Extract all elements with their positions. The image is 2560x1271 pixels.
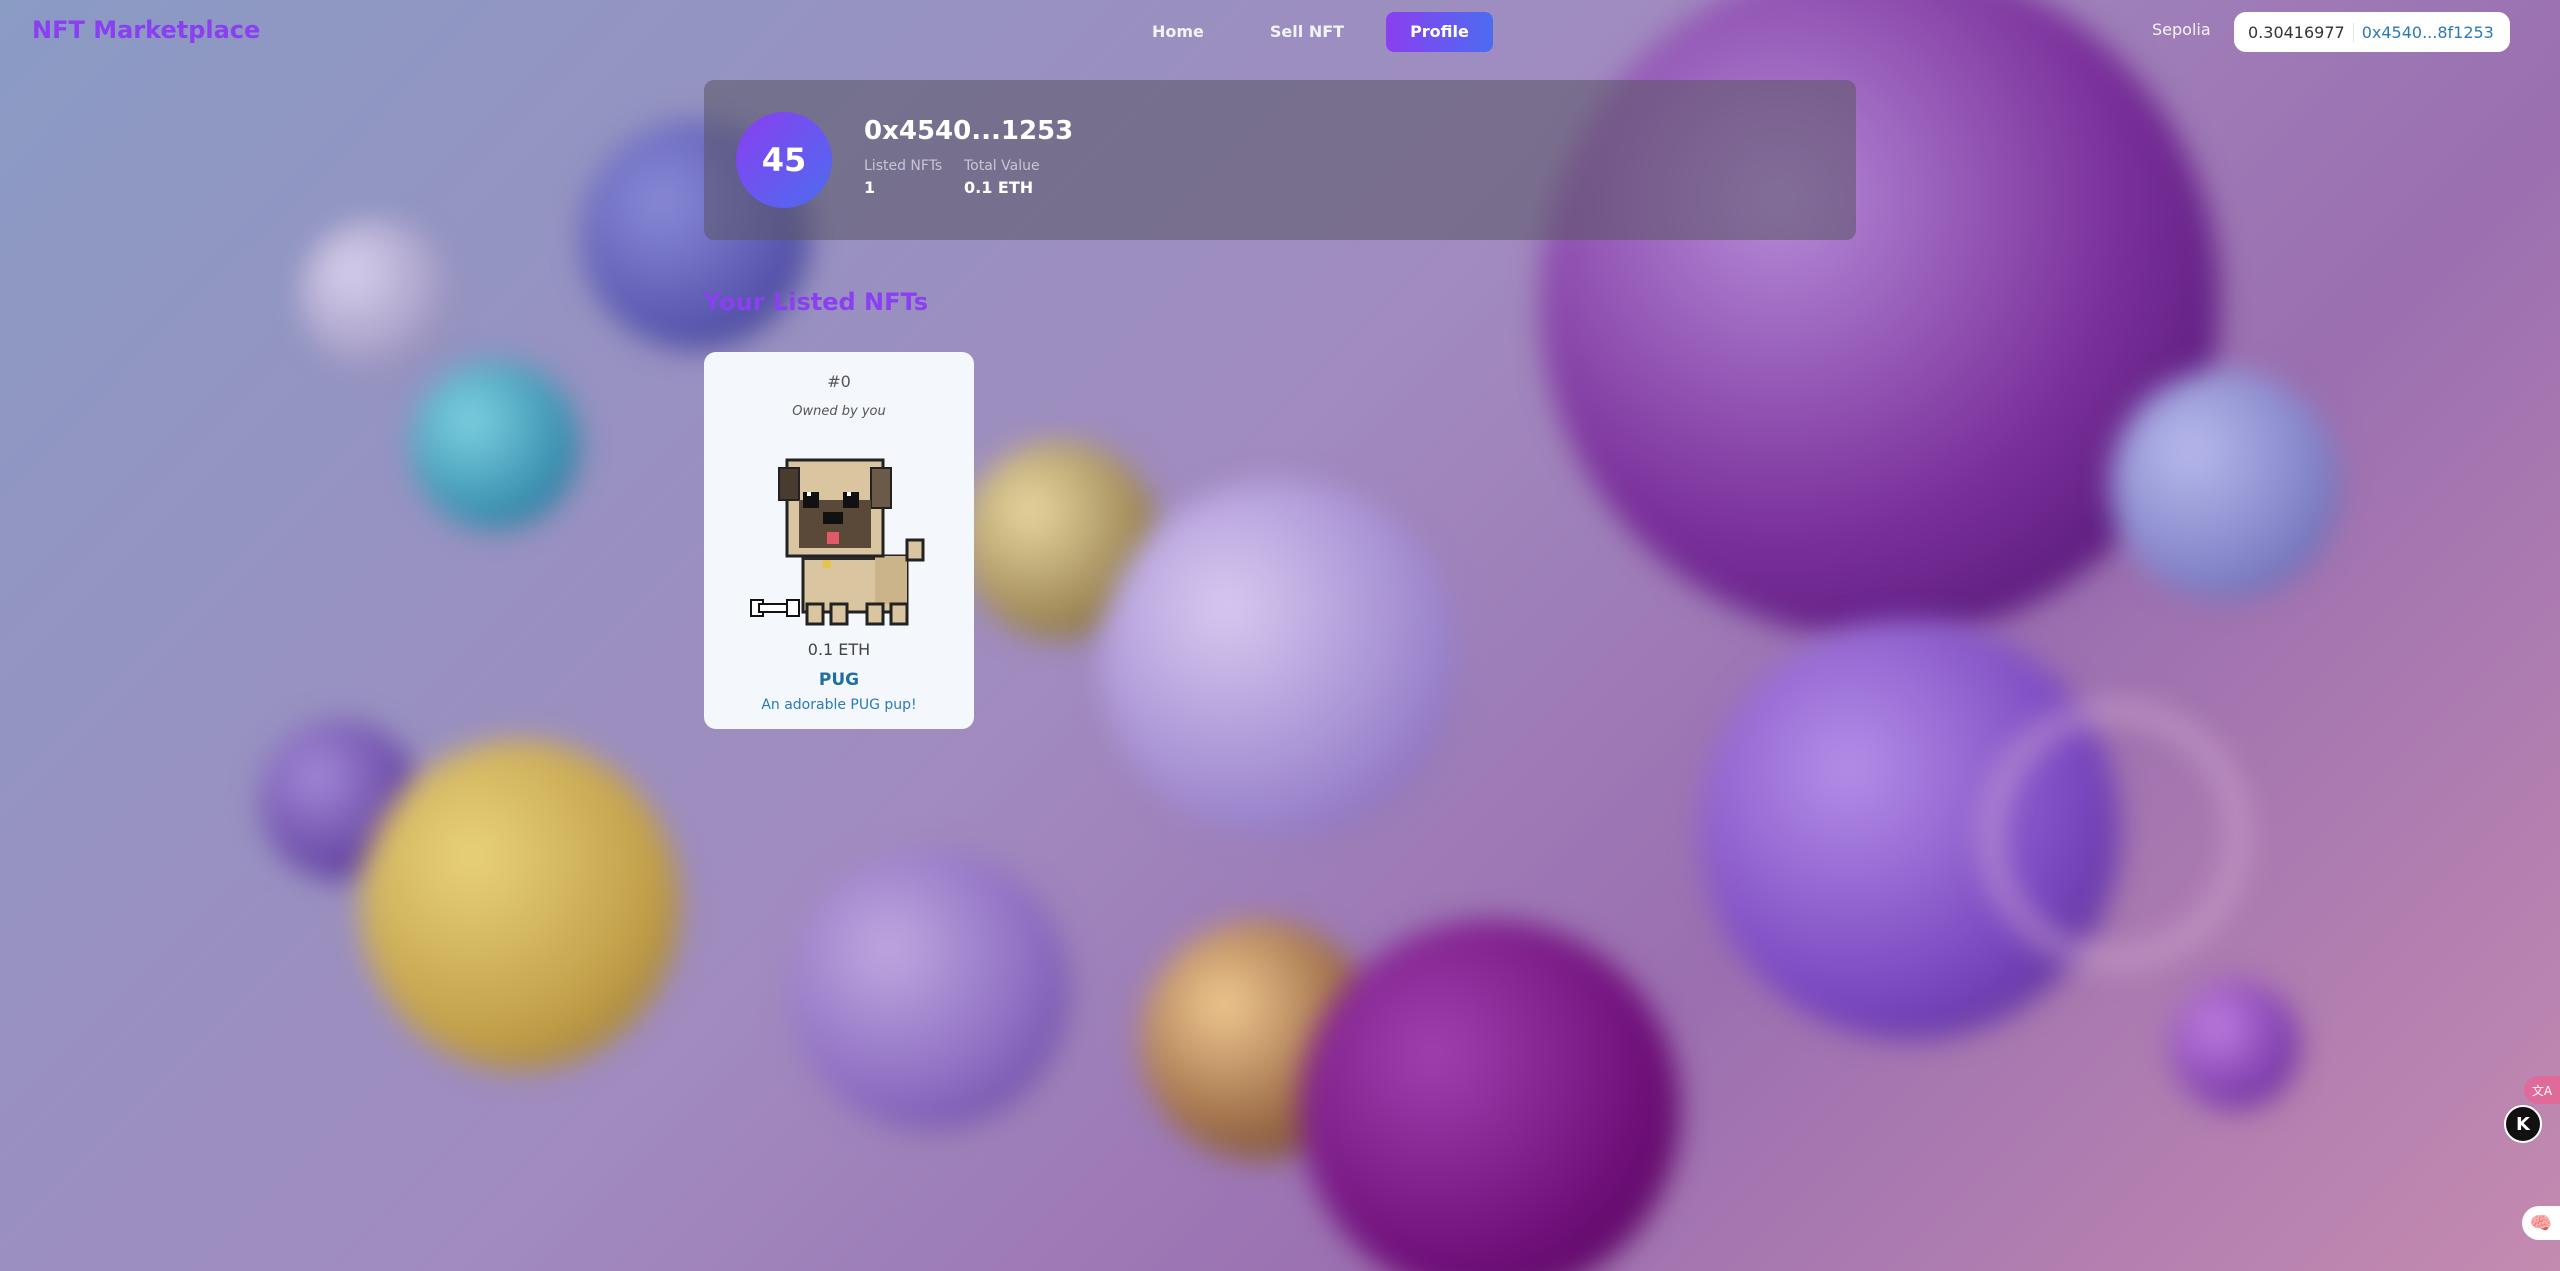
nft-description: An adorable PUG pup! [761,697,917,713]
profile-address: 0x4540...1253 [864,116,1074,146]
nav-profile-link[interactable]: Profile [1386,12,1493,52]
pixel-pug-icon [749,458,925,626]
nav-links: Home Sell NFT Profile [1128,12,1493,52]
profile-avatar: 45 [736,112,832,208]
network-selector[interactable]: Sepolia [2152,20,2211,39]
nav-home-link[interactable]: Home [1128,12,1228,52]
stat-label: Total Value [964,158,1040,174]
translate-icon[interactable]: 文A [2524,1076,2560,1104]
brand-logo[interactable]: NFT Marketplace [32,16,260,44]
nav-sell-nft-link[interactable]: Sell NFT [1246,12,1368,52]
wallet-button[interactable]: 0.30416977 0x4540...8f1253 [2234,12,2510,52]
stat-total-value: Total Value 0.1 ETH [964,158,1040,197]
stat-value: 1 [864,178,876,197]
nft-name: PUG [818,670,860,690]
profile-card: 45 0x4540...1253 Listed NFTs 1 Total Val… [704,80,1856,240]
brain-icon[interactable]: 🧠 [2522,1206,2560,1240]
stat-label: Listed NFTs [864,158,943,174]
wallet-address: 0x4540...8f1253 [2361,22,2494,42]
top-nav: NFT Marketplace Home Sell NFT Profile Se… [0,0,2560,64]
nft-token-id: #0 [827,372,851,391]
k-extension-icon[interactable]: K [2504,1105,2542,1143]
nft-owner: Owned by you [792,404,886,419]
wallet-balance: 0.30416977 [2248,22,2354,42]
stat-listed-nfts: Listed NFTs 1 [864,158,942,197]
stat-value: 0.1 ETH [964,178,1034,197]
nft-card[interactable]: #0 Owned by you 0.1 ETH PUG An adorable … [704,352,974,729]
section-title: Your Listed NFTs [704,288,928,316]
nft-price: 0.1 ETH [807,640,871,659]
